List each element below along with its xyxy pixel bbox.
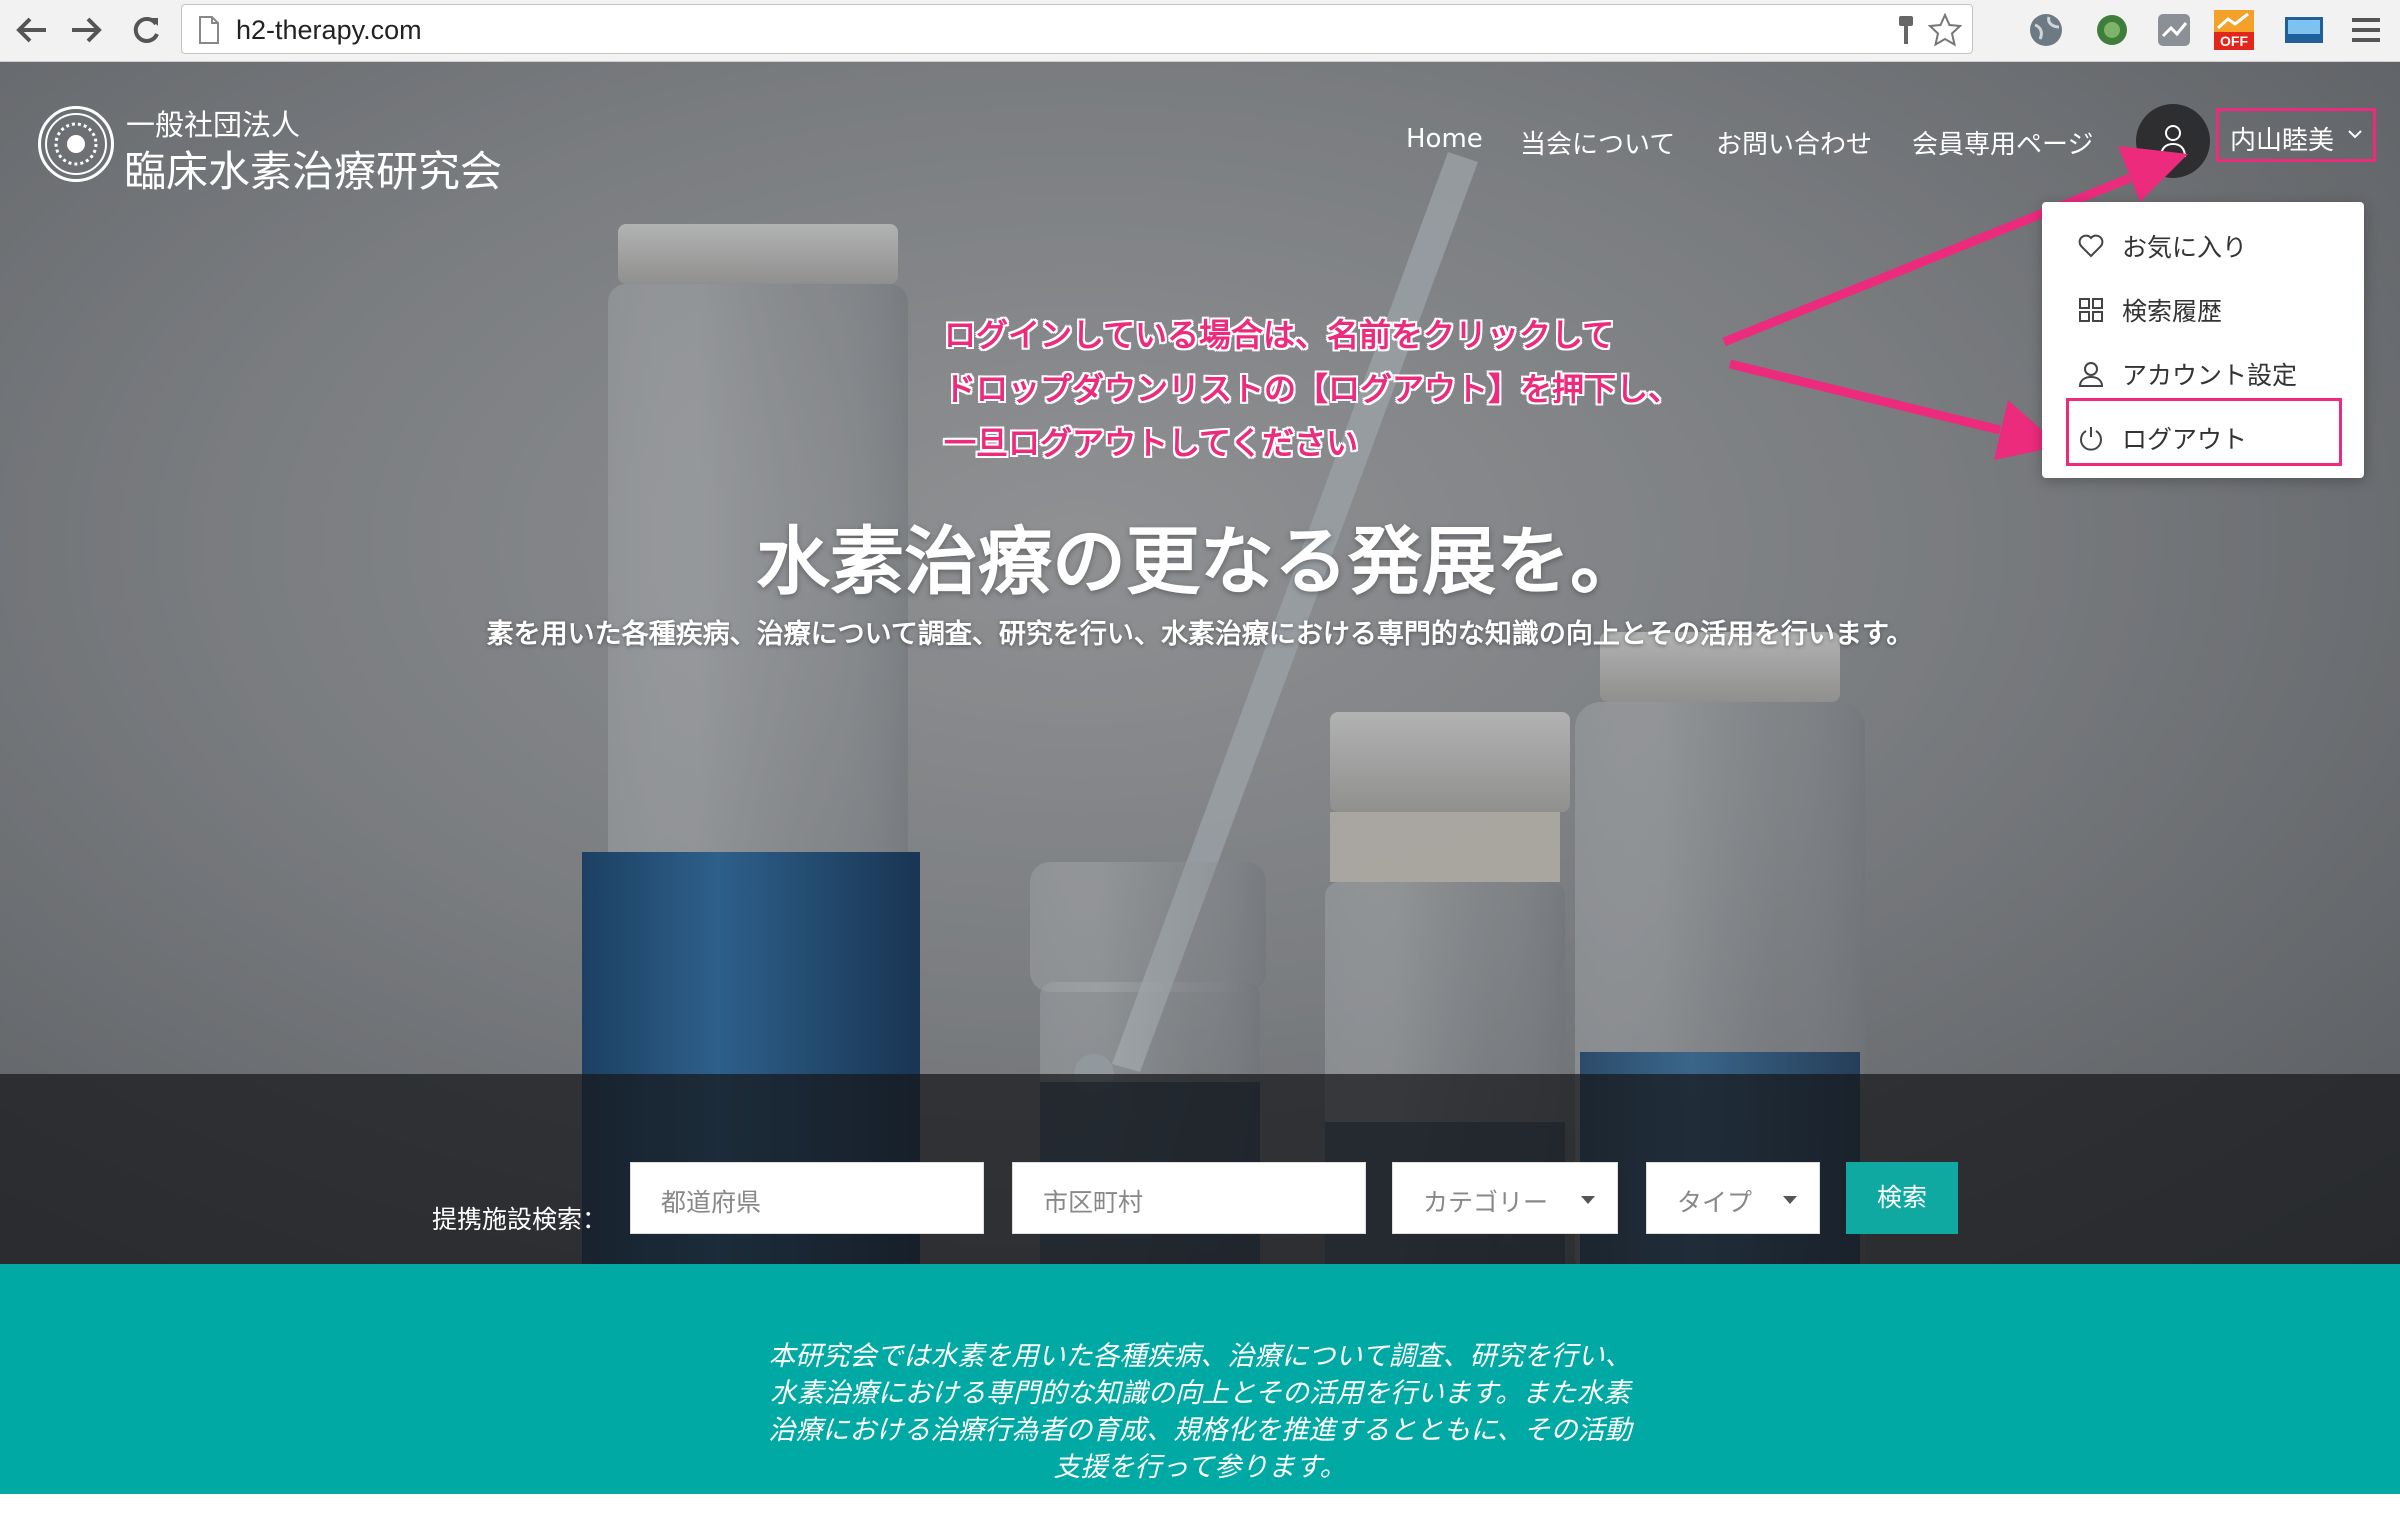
- user-dropdown-menu: お気に入り 検索履歴 アカウント設定 ログアウト: [2042, 202, 2364, 478]
- caret-down-icon: [1783, 1196, 1797, 1204]
- heart-icon: [2078, 234, 2104, 258]
- dropdown-item-history[interactable]: 検索履歴: [2078, 290, 2222, 330]
- browser-menu-button[interactable]: [2346, 10, 2386, 50]
- about-line: 本研究会では水素を用いた各種疾病、治療について調査、研究を行い、: [768, 1341, 1632, 1372]
- dropdown-item-favorites[interactable]: お気に入り: [2078, 226, 2247, 266]
- reload-button[interactable]: [122, 6, 170, 54]
- category-select[interactable]: カテゴリー: [1392, 1162, 1618, 1234]
- dropdown-item-label: お気に入り: [2122, 233, 2248, 262]
- about-line: 治療における治療行為者の育成、規格化を推進するとともに、その活動: [768, 1415, 1632, 1446]
- dropdown-item-label: 検索履歴: [2122, 297, 2223, 326]
- annotation-arrow-logout: [1728, 359, 2002, 435]
- chart-check-icon: [2158, 14, 2190, 46]
- hero-title: 水素治療の更なる発展を。: [756, 519, 1644, 605]
- about-section: 本研究会では水素を用いた各種疾病、治療について調査、研究を行い、 水素治療におけ…: [0, 1264, 2400, 1494]
- back-button[interactable]: [8, 6, 56, 54]
- url-text: h2-therapy.com: [236, 15, 422, 45]
- search-button[interactable]: 検索: [1846, 1162, 1958, 1234]
- page-bottom: [0, 1494, 2400, 1534]
- annotation-line-1: ログインしている場合は、名前をクリックして: [944, 316, 1615, 354]
- about-line: 支援を行って参ります。: [1053, 1452, 1347, 1483]
- key-icon[interactable]: [1896, 14, 1916, 46]
- annotation-line-2: ドロップダウンリストの【ログアウト】を押下し、: [944, 370, 1681, 408]
- grid-icon: [2079, 298, 2103, 322]
- globe-icon: [2030, 14, 2062, 46]
- extension-globe[interactable]: [2026, 10, 2066, 50]
- extension-off-badge: OFF: [2220, 33, 2248, 49]
- extension-off[interactable]: OFF: [2214, 10, 2254, 50]
- forward-button[interactable]: [62, 6, 110, 54]
- dropdown-item-account-settings[interactable]: アカウント設定: [2078, 354, 2297, 394]
- user-icon: [2078, 362, 2104, 387]
- forward-arrow-icon: [72, 17, 102, 43]
- about-line: 水素治療における専門的な知識の向上とその活用を行います。また水素: [769, 1378, 1631, 1409]
- page-icon: [199, 16, 219, 44]
- screen-icon: [2285, 17, 2323, 43]
- category-select-value: カテゴリー: [1423, 1188, 1549, 1217]
- address-bar[interactable]: h2-therapy.com: [181, 4, 1973, 54]
- extension-screen[interactable]: [2284, 10, 2324, 50]
- bookmark-star-icon[interactable]: [1928, 13, 1962, 47]
- extension-check[interactable]: [2154, 10, 2194, 50]
- caret-down-icon: [1581, 1196, 1595, 1204]
- green-circle-icon: [2097, 15, 2127, 45]
- browser-toolbar: h2-therapy.com OFF: [0, 0, 2400, 62]
- search-label: 提携施設検索：: [432, 1205, 608, 1234]
- logout-highlight-box: [2066, 398, 2342, 466]
- facility-search-bar: 提携施設検索： 都道府県 市区町村 カテゴリー タイプ 検索: [0, 1074, 2400, 1264]
- city-input[interactable]: 市区町村: [1012, 1162, 1366, 1234]
- hamburger-menu-icon: [2352, 18, 2380, 42]
- annotation-line-3: 一旦ログアウトしてください: [944, 424, 1359, 462]
- extension-green[interactable]: [2092, 10, 2132, 50]
- dropdown-item-label: アカウント設定: [2122, 361, 2298, 390]
- back-arrow-icon: [16, 17, 46, 43]
- about-text: 本研究会では水素を用いた各種疾病、治療について調査、研究を行い、 水素治療におけ…: [740, 1338, 1660, 1486]
- hero-section: 一般社団法人 臨床水素治療研究会 Home 当会について お問い合わせ 会員専用…: [0, 62, 2400, 1264]
- reload-icon: [133, 16, 159, 43]
- hero-subtitle: 素を用いた各種疾病、治療について調査、研究を行い、水素治療における専門的な知識の…: [486, 619, 1914, 650]
- type-select[interactable]: タイプ: [1646, 1162, 1820, 1234]
- prefecture-input[interactable]: 都道府県: [630, 1162, 984, 1234]
- type-select-value: タイプ: [1677, 1188, 1753, 1217]
